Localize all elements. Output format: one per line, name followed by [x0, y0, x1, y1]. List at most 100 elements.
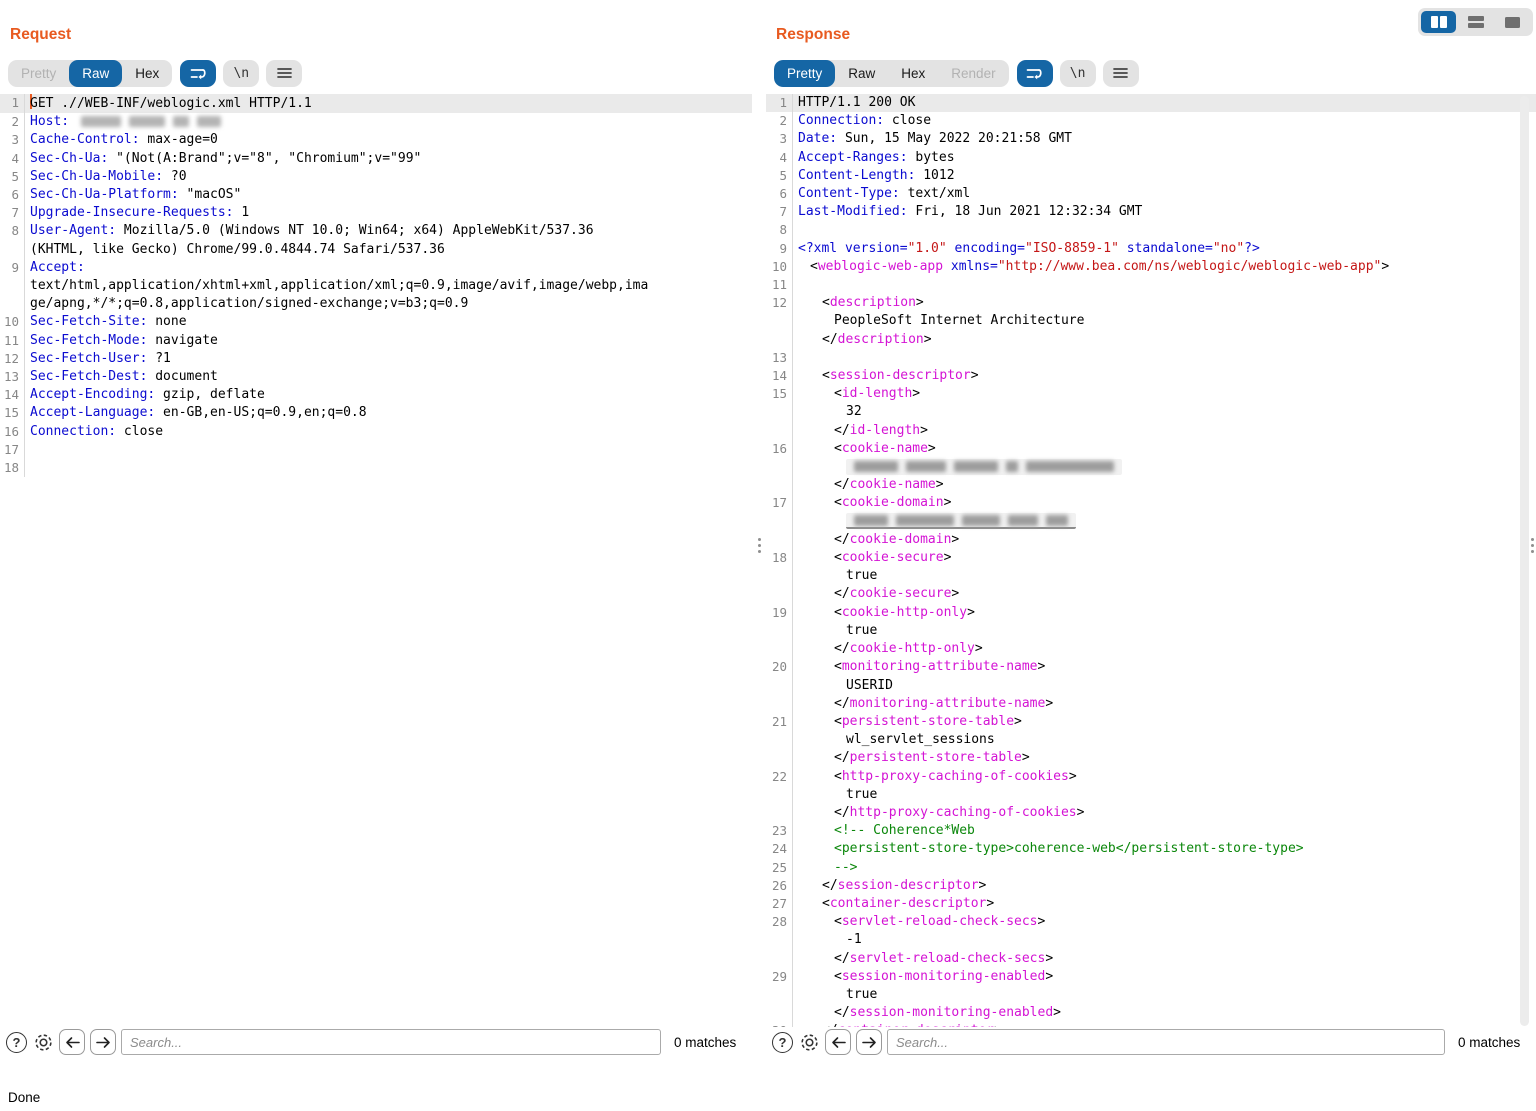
line-number: 5 — [0, 168, 25, 186]
line-number: 24 — [766, 840, 793, 858]
search-prev-button[interactable] — [825, 1029, 851, 1055]
line-number: 21 — [766, 713, 793, 731]
line-number — [766, 986, 793, 1004]
line-number — [766, 695, 793, 713]
code-row: </session-monitoring-enabled> — [766, 1004, 1536, 1022]
code-row: true — [766, 986, 1536, 1004]
line-number: 7 — [0, 204, 25, 222]
line-number: 3 — [0, 131, 25, 149]
search-settings-gear-icon[interactable] — [32, 1031, 54, 1053]
tab-hex[interactable]: Hex — [122, 60, 172, 87]
code-row: 9Accept: — [0, 259, 752, 277]
word-wrap-button[interactable] — [180, 60, 216, 87]
request-iconbar: \n — [180, 60, 302, 87]
editor-menu-button[interactable] — [1103, 60, 1139, 87]
cols-layout-icon — [1431, 16, 1447, 28]
response-search-matches: 0 matches — [1450, 1035, 1530, 1050]
code-row: text/html,application/xhtml+xml,applicat… — [0, 277, 752, 295]
tab-render[interactable]: Render — [938, 60, 1008, 87]
code-row: </http-proxy-caching-of-cookies> — [766, 804, 1536, 822]
code-row: 14<session-descriptor> — [766, 367, 1536, 385]
search-next-button[interactable] — [90, 1029, 116, 1055]
line-number — [766, 931, 793, 949]
response-searchbar: ? 0 matches — [772, 1027, 1530, 1057]
code-row: 1GET .//WEB-INF/weblogic.xml HTTP/1.1 — [0, 94, 752, 113]
code-row: </monitoring-attribute-name> — [766, 695, 1536, 713]
line-number — [766, 513, 793, 531]
search-prev-button[interactable] — [59, 1029, 85, 1055]
word-wrap-button[interactable] — [1017, 60, 1053, 87]
show-newlines-button[interactable]: \n — [223, 60, 259, 87]
code-row — [766, 513, 1536, 531]
code-row: 16Connection: close — [0, 423, 752, 441]
line-number — [0, 277, 25, 295]
code-row: 7Upgrade-Insecure-Requests: 1 — [0, 204, 752, 222]
line-number: 28 — [766, 913, 793, 931]
response-search-input[interactable] — [887, 1029, 1445, 1055]
code-row: 14Accept-Encoding: gzip, deflate — [0, 386, 752, 404]
request-editor[interactable]: 1GET .//WEB-INF/weblogic.xml HTTP/1.12Ho… — [0, 94, 752, 1027]
request-search-input[interactable] — [121, 1029, 661, 1055]
code-row: 4Accept-Ranges: bytes — [766, 149, 1536, 167]
line-number — [766, 640, 793, 658]
line-number: 15 — [766, 385, 793, 403]
code-row: 18<cookie-secure> — [766, 549, 1536, 567]
line-number — [0, 295, 25, 313]
code-row: 11Sec-Fetch-Mode: navigate — [0, 332, 752, 350]
tab-raw[interactable]: Raw — [69, 60, 122, 87]
code-row: 5Sec-Ch-Ua-Mobile: ?0 — [0, 168, 752, 186]
line-number: 22 — [766, 768, 793, 786]
line-number — [0, 241, 25, 259]
response-editor[interactable]: 1HTTP/1.1 200 OK2Connection: close3Date:… — [766, 94, 1536, 1027]
line-number: 14 — [766, 367, 793, 385]
search-next-button[interactable] — [856, 1029, 882, 1055]
line-number: 7 — [766, 203, 793, 221]
edge-drag-handle-icon[interactable] — [1531, 538, 1534, 553]
search-settings-gear-icon[interactable] — [798, 1031, 820, 1053]
code-row: 6Content-Type: text/xml — [766, 185, 1536, 203]
line-number: 20 — [766, 658, 793, 676]
editor-menu-button[interactable] — [266, 60, 302, 87]
code-row: 13 — [766, 349, 1536, 367]
response-scrollbar[interactable] — [1520, 96, 1529, 1026]
rows-layout-icon — [1468, 16, 1484, 28]
help-icon[interactable]: ? — [6, 1032, 27, 1053]
request-panel-title: Request — [10, 26, 71, 44]
code-row: 27<container-descriptor> — [766, 895, 1536, 913]
line-number — [766, 1004, 793, 1022]
code-row: </cookie-http-only> — [766, 640, 1536, 658]
code-row: 11 — [766, 276, 1536, 294]
line-number: 9 — [0, 259, 25, 277]
line-number — [766, 786, 793, 804]
code-row: 9<?xml version="1.0" encoding="ISO-8859-… — [766, 240, 1536, 258]
line-number — [766, 731, 793, 749]
tab-hex[interactable]: Hex — [888, 60, 938, 87]
line-number: 13 — [0, 368, 25, 386]
tab-pretty[interactable]: Pretty — [774, 60, 835, 87]
redacted-value — [846, 459, 1122, 475]
layout-rows-button[interactable] — [1458, 11, 1493, 33]
tab-pretty[interactable]: Pretty — [8, 60, 69, 87]
code-row: wl_servlet_sessions — [766, 731, 1536, 749]
help-icon[interactable]: ? — [772, 1032, 793, 1053]
line-number — [766, 950, 793, 968]
code-row: 12Sec-Fetch-User: ?1 — [0, 350, 752, 368]
code-row: 1HTTP/1.1 200 OK — [766, 94, 1536, 112]
tab-raw[interactable]: Raw — [835, 60, 888, 87]
code-row: 2Host: — [0, 113, 752, 131]
response-panel-title: Response — [776, 26, 850, 44]
code-row: 8 — [766, 221, 1536, 239]
show-newlines-button[interactable]: \n — [1060, 60, 1096, 87]
layout-columns-button[interactable] — [1421, 11, 1456, 33]
line-number: 14 — [0, 386, 25, 404]
code-row: true — [766, 786, 1536, 804]
line-number: 1 — [766, 94, 793, 112]
splitter-drag-handle-icon[interactable] — [758, 538, 761, 553]
code-row: 15Accept-Language: en-GB,en-US;q=0.9,en;… — [0, 404, 752, 422]
line-number: 11 — [766, 276, 793, 294]
panel-splitter[interactable] — [752, 0, 766, 1084]
layout-single-button[interactable] — [1495, 11, 1530, 33]
line-number: 5 — [766, 167, 793, 185]
line-number — [766, 749, 793, 767]
line-number: 25 — [766, 859, 793, 877]
